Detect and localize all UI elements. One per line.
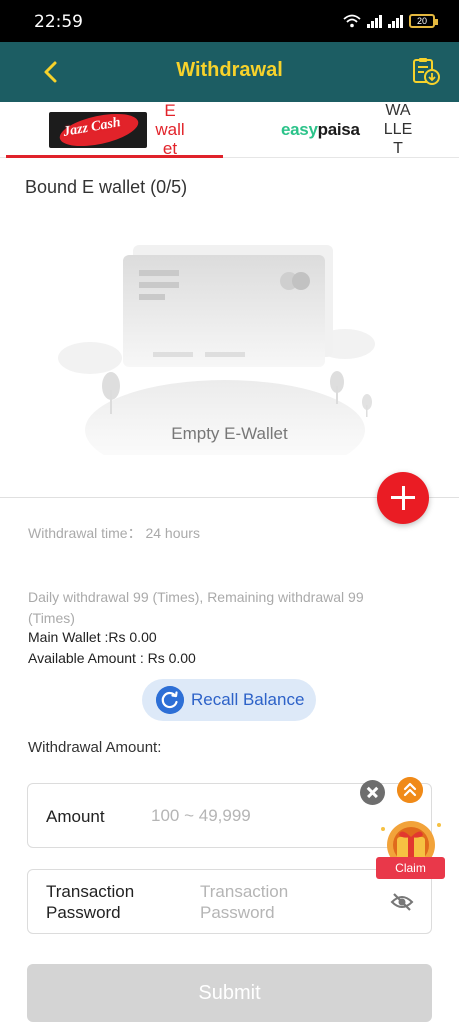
signal-icon bbox=[367, 14, 382, 28]
transaction-password-label: Transaction Password bbox=[46, 882, 135, 922]
main-wallet-balance: Main Wallet :Rs 0.00 bbox=[28, 629, 157, 645]
clipboard-download-icon[interactable] bbox=[411, 56, 441, 86]
add-wallet-button[interactable] bbox=[377, 472, 429, 524]
active-tab-indicator bbox=[6, 155, 223, 158]
status-icons: 20 bbox=[343, 14, 438, 28]
withdrawal-time: Withdrawal time： 24 hours bbox=[28, 525, 200, 541]
transaction-password-field: Transaction Password Transaction Passwor… bbox=[27, 869, 432, 934]
submit-button[interactable]: Submit bbox=[27, 964, 432, 1022]
signal-icon-2 bbox=[388, 14, 403, 28]
eye-off-icon[interactable] bbox=[390, 890, 414, 914]
status-time: 22:59 bbox=[34, 12, 83, 32]
recall-balance-button[interactable]: Recall Balance bbox=[142, 679, 316, 721]
transaction-password-input[interactable]: Transaction Password bbox=[200, 881, 288, 923]
empty-wallet-illustration bbox=[58, 245, 375, 455]
daily-withdrawal-limit: Daily withdrawal 99 (Times), Remaining w… bbox=[28, 589, 364, 626]
tab-jazzcash[interactable]: Jazz Cash E wall et bbox=[6, 101, 223, 158]
easypaisa-logo: easypaisa bbox=[281, 120, 360, 139]
wifi-icon bbox=[343, 14, 361, 28]
battery-icon: 20 bbox=[409, 14, 438, 28]
amount-label: Amount bbox=[46, 807, 105, 826]
close-icon[interactable] bbox=[360, 780, 385, 805]
wallet-tabs: Jazz Cash E wall et easypaisa WA LLE T bbox=[0, 101, 459, 158]
claim-button[interactable]: Claim bbox=[376, 857, 445, 879]
double-chevron-up-icon[interactable] bbox=[397, 777, 423, 803]
jazzcash-logo: Jazz Cash bbox=[49, 112, 147, 148]
tab-easypaisa[interactable]: easypaisa WA LLE T bbox=[229, 102, 459, 158]
header: Withdrawal bbox=[0, 42, 459, 102]
page-title: Withdrawal bbox=[176, 59, 283, 81]
available-amount: Available Amount : Rs 0.00 bbox=[28, 650, 196, 666]
status-bar: 22:59 20 bbox=[0, 0, 459, 42]
withdrawal-amount-label: Withdrawal Amount: bbox=[28, 739, 162, 756]
amount-input[interactable] bbox=[151, 804, 351, 828]
empty-wallet-label: Empty E-Wallet bbox=[171, 424, 288, 443]
refresh-icon bbox=[156, 686, 184, 714]
tab-jazzcash-label: E wall et bbox=[155, 101, 185, 158]
tab-easypaisa-label: WA LLE T bbox=[383, 102, 413, 157]
recall-balance-label: Recall Balance bbox=[191, 690, 305, 709]
bound-wallet-title: Bound E wallet (0/5) bbox=[25, 177, 188, 197]
